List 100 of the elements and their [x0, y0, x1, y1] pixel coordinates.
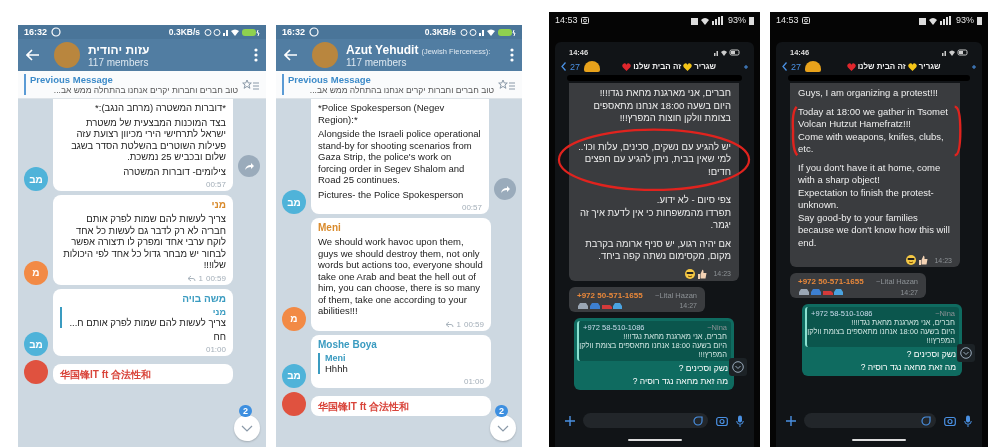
quoted-text: צריך לעשות להם שמות לפרק אותם ח... [68, 316, 226, 328]
sticker-icon[interactable] [921, 415, 931, 426]
message-time: 01:00 [205, 345, 226, 354]
microphone-icon[interactable] [736, 414, 744, 427]
sender-name: Moshe Boya [318, 338, 378, 350]
back-arrow-icon[interactable] [26, 49, 40, 61]
member-count: 117 members [88, 56, 150, 68]
plus-icon[interactable] [786, 415, 796, 426]
message-text: צפי סיום - לא ידוע. [655, 194, 731, 207]
quoted-message[interactable]: מני צריך לעשות להם שמות לפרק אותם ח... [60, 306, 226, 328]
back-count[interactable]: 27 [570, 61, 580, 72]
sender-phone: +972 50-571-1655 [577, 290, 643, 300]
pinned-label: Previous Message [288, 74, 372, 85]
sunglasses-face-icon [906, 255, 917, 265]
pinned-message-text: טוב חברים וחברות יקרים אנחנו בהתחלה ממש אב... [308, 85, 494, 95]
forward-button[interactable] [494, 178, 516, 200]
group-logo-placeholder [584, 61, 600, 72]
scroll-down-button[interactable] [957, 344, 975, 362]
battery-icon [977, 15, 982, 25]
back-chevron-icon[interactable] [782, 62, 787, 71]
status-icons-drawing [919, 15, 953, 25]
message-text: If you don't have it at home, come with a sharp object! [798, 161, 942, 187]
message-time: 01:00 [463, 376, 484, 386]
quoted-message[interactable]: Meni Hhhh [318, 352, 484, 374]
message-text: מה זאת מחאה נגד רוסיה ? [859, 362, 957, 373]
status-icons-drawing [460, 27, 516, 37]
status-icons-drawing [714, 49, 740, 56]
message-text: חח [212, 330, 226, 342]
sender-name: 华国锋IT ft 合法性和 [318, 399, 411, 414]
back-arrow-icon[interactable] [284, 49, 298, 61]
battery-percentage: 93% [956, 15, 974, 25]
sender-phone: +972 50-571-1655 [798, 277, 864, 286]
group-avatar-photo-placeholder [54, 42, 80, 68]
reply-icon [444, 320, 454, 328]
pinned-list-icon[interactable] [242, 78, 260, 91]
quoted-sender: Meni [325, 352, 347, 363]
camera-icon[interactable] [944, 415, 956, 426]
back-count[interactable]: 27 [791, 61, 801, 72]
message-text: *דוברות המשטרה (מרחב הנגב):* [94, 102, 226, 114]
plus-icon[interactable] [565, 415, 575, 426]
camera-icon [580, 16, 589, 24]
scroll-down-button[interactable] [234, 415, 260, 441]
scroll-down-button[interactable] [729, 357, 747, 376]
home-indicator [627, 439, 682, 441]
message-time: 00:57 [461, 203, 482, 212]
message-text: בצומת וולקן חוצות המפרץ!!! [618, 112, 731, 125]
sender-avatar[interactable] [24, 360, 48, 384]
message-text: חברים, אני מארגנת מחאת נגד!!!! [598, 87, 731, 100]
message-text: Alongside the Israeli police operational stand-by for shooting scenarios from Gaza Strip, the police's work on forcing order in Segev Shalom and Road 25 continues. [318, 128, 482, 186]
battery-percentage: 93% [728, 15, 746, 25]
chat-title: Azut Yehudit [346, 42, 419, 57]
message-text: יש להגיע עם נשקים, סכינים, עלות וכו'.. [577, 140, 731, 153]
message-text: אם יהיה רגוע, יש סניף ארומה בקרבת מקום, מקסימום נשתה קפה ביחד. [584, 237, 731, 263]
status-icons-drawing [942, 49, 968, 56]
menu-icon[interactable] [254, 48, 258, 62]
message-text: Come with weapons, knifes, clubs, etc. [798, 130, 945, 156]
chat-title: זה הבית שלנו [633, 62, 682, 71]
status-time: 14:53 [776, 15, 799, 25]
message-text: צריך לעשות להם שמות לפרק אותם חבר'ה לא רק לדבר גם לעשות כל אחד לוקח ערבי אחד ומפרק לו ת'צורה אפשר לבחור יש מבחר גדול כל אחד לפי היכולות שלו!!! [62, 213, 226, 271]
microphone-icon[interactable] [964, 414, 972, 427]
message-time: 00:57 [205, 180, 226, 189]
chevron-down-icon [497, 424, 509, 432]
thumbs-up-icon [697, 268, 708, 279]
sender-avatar[interactable] [282, 391, 306, 416]
unread-badge: 2 [239, 405, 252, 417]
message-text: מה זאת מחאה נגד רוסיה ? [631, 375, 729, 387]
quoted-sender: מני [211, 306, 226, 317]
home-indicator [852, 439, 906, 441]
message-text: Today at 18:00 we gather in Tsomet Volcan Hutzut Hamefratz!!! [798, 105, 949, 131]
sender-name: Meni [318, 222, 342, 233]
car-emoji-drawing [798, 288, 844, 296]
message-text: צילומים- דוברות המשטרה [122, 165, 226, 177]
sticker-icon[interactable] [693, 415, 703, 426]
chat-title: שגריר [918, 62, 941, 71]
forward-button[interactable] [238, 155, 260, 177]
car-emoji-drawing [577, 301, 623, 310]
message-text: היום בשעה 18:00 אנחנו מתאספים [592, 99, 731, 112]
camera-icon[interactable] [716, 415, 728, 426]
pinned-list-icon[interactable] [498, 78, 516, 91]
thumbs-up-icon [918, 255, 929, 265]
status-time: 16:32 [24, 27, 48, 37]
scroll-down-button[interactable] [490, 415, 516, 441]
battery-icon [749, 15, 754, 25]
network-speed: 0.3KB/s [168, 27, 200, 37]
message-input-field[interactable] [804, 413, 936, 428]
sunglasses-face-icon [685, 268, 696, 279]
chevron-down-icon [732, 360, 744, 373]
group-avatar-photo-placeholder [312, 42, 338, 68]
message-input-field[interactable] [583, 413, 708, 428]
chat-title: זה הבית שלנו [857, 62, 906, 71]
menu-icon[interactable] [510, 48, 514, 62]
pinned-message-text: טוב חברים וחברות יקרים אנחנו בהתחלה ממש אב... [52, 85, 238, 95]
message-time: 00:59 [463, 319, 484, 329]
camera-icon [801, 16, 810, 24]
message-text: נשק וסכינים ? [905, 349, 957, 360]
chat-title: עזות יהודית [88, 42, 150, 57]
group-logo-placeholder [805, 61, 821, 72]
status-time: 14:53 [555, 15, 578, 25]
message-text: בצד המוכנות המבצעית של משטרת ישראל לתרחישי הירי מכיוון רצועת עזה פעילות השוטרים בהשלטת הסדר בשגב שלום ובכביש 25 נמשכת. [70, 116, 226, 163]
back-chevron-icon[interactable] [561, 62, 566, 71]
